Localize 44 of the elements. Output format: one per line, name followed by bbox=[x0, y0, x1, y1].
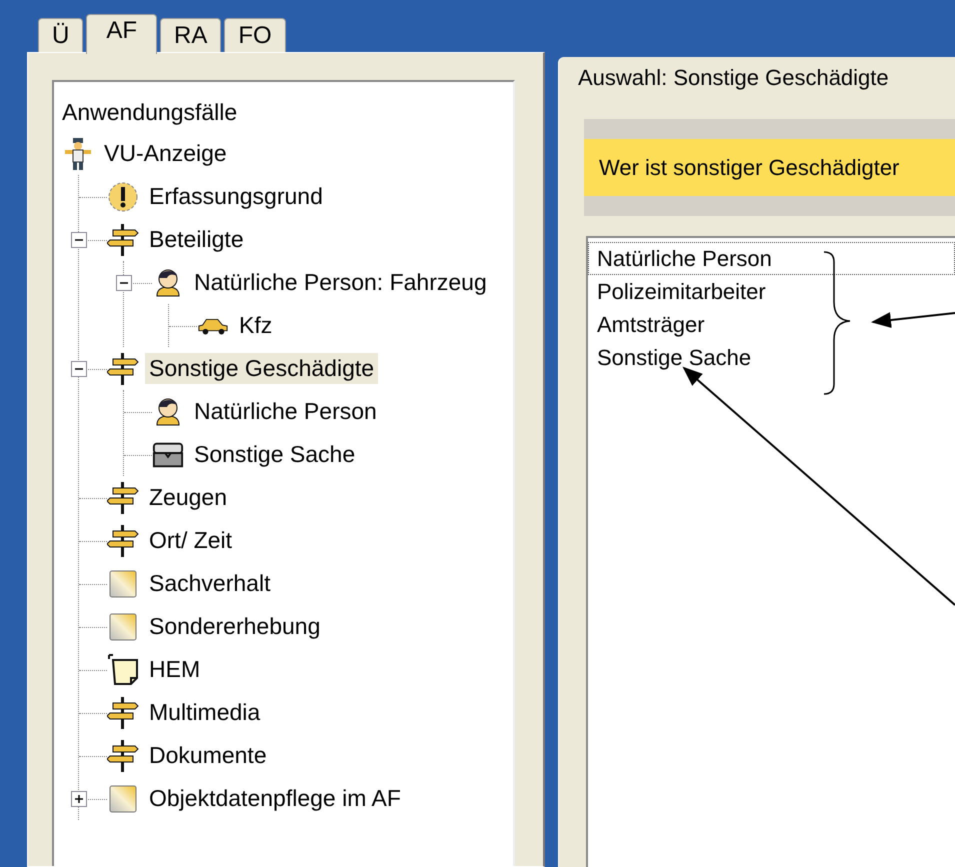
tree-item[interactable]: Erfassungsgrund bbox=[145, 181, 327, 212]
tree-item[interactable]: Sonstige Sache bbox=[190, 439, 360, 470]
tree-item[interactable]: Natürliche Person: Fahrzeug bbox=[190, 267, 491, 298]
signpost-icon bbox=[107, 694, 139, 730]
tree-item[interactable]: Beteiligte bbox=[145, 224, 248, 255]
signpost-icon bbox=[107, 222, 139, 258]
tree-item[interactable]: Kfz bbox=[235, 310, 276, 341]
panel-title: Auswahl: Sonstige Geschädigte bbox=[577, 64, 890, 92]
tree-item[interactable]: Ort/ Zeit bbox=[145, 525, 236, 556]
toggle-button[interactable] bbox=[71, 790, 87, 806]
toggle-button[interactable] bbox=[116, 274, 132, 290]
tab[interactable]: FO bbox=[224, 18, 286, 52]
signpost-icon bbox=[107, 522, 139, 558]
list-option[interactable]: Natürliche Person bbox=[588, 242, 955, 275]
tile-icon bbox=[109, 784, 137, 812]
tile-icon bbox=[109, 612, 137, 640]
toggle-button[interactable] bbox=[71, 232, 87, 248]
question-text: Wer ist sonstiger Geschädigter bbox=[584, 139, 955, 196]
list-option[interactable]: Polizeimitarbeiter bbox=[588, 275, 955, 308]
tree-item[interactable]: Objektdatenpflege im AF bbox=[145, 783, 405, 814]
signpost-icon bbox=[107, 738, 139, 774]
list-option[interactable]: Sonstige Sache bbox=[588, 341, 955, 374]
tree-heading: Anwendungsfälle bbox=[62, 98, 238, 127]
signpost-icon bbox=[107, 350, 139, 386]
tree-item[interactable]: Sachverhalt bbox=[145, 568, 274, 599]
tree-item[interactable]: Multimedia bbox=[145, 697, 264, 728]
signpost-icon bbox=[107, 480, 139, 516]
tree-item[interactable]: Sonstige Geschädigte bbox=[145, 353, 378, 384]
tree-item[interactable]: Sondererhebung bbox=[145, 611, 324, 642]
tree-item[interactable]: VU-Anzeige bbox=[100, 138, 231, 169]
tile-icon bbox=[109, 570, 137, 598]
tab[interactable]: AF bbox=[86, 14, 158, 54]
tree-item[interactable]: Zeugen bbox=[145, 482, 232, 513]
chest-icon bbox=[152, 440, 184, 468]
tree-item[interactable]: Natürliche Person bbox=[190, 396, 381, 427]
tab[interactable]: RA bbox=[160, 18, 222, 52]
tab[interactable]: Ü bbox=[38, 18, 84, 52]
list-option[interactable]: Amtsträger bbox=[588, 308, 955, 341]
tree-item[interactable]: Dokumente bbox=[145, 740, 271, 771]
figure-icon bbox=[63, 136, 93, 172]
toggle-button[interactable] bbox=[71, 360, 87, 376]
exclamation-icon bbox=[107, 180, 139, 212]
note-icon bbox=[107, 652, 139, 686]
tree-item[interactable]: HEM bbox=[145, 654, 204, 685]
